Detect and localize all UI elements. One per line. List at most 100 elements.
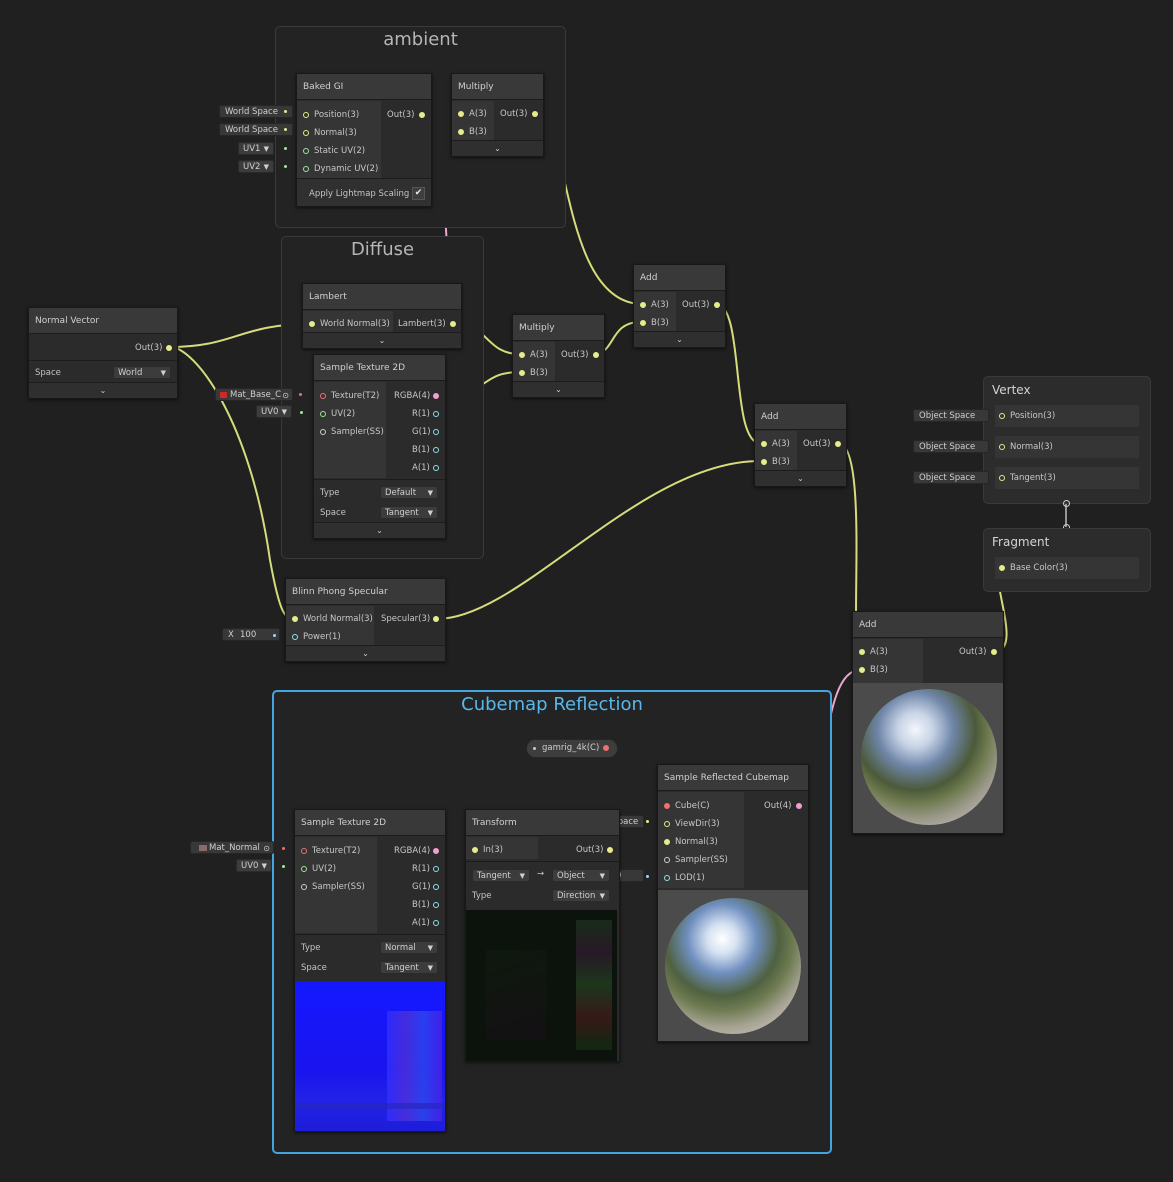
port-dot[interactable] bbox=[714, 302, 720, 308]
port-dot[interactable] bbox=[472, 847, 478, 853]
port-dot[interactable] bbox=[303, 112, 309, 118]
port-dot[interactable] bbox=[301, 884, 307, 890]
port-dot[interactable] bbox=[292, 634, 298, 640]
node-transform[interactable]: Transform In(3) Out(3) Tangent ▼ → Object… bbox=[465, 809, 620, 1062]
node-add-1[interactable]: Add A(3) B(3) Out(3) ⌄ bbox=[633, 264, 726, 348]
type-dropdown[interactable]: Direction ▼ bbox=[552, 889, 610, 902]
node-sample-texture-diffuse[interactable]: Sample Texture 2D Texture(T2) UV(2) Samp… bbox=[313, 354, 446, 539]
to-space-dropdown[interactable]: Object ▼ bbox=[552, 869, 610, 882]
port-dot[interactable] bbox=[166, 345, 172, 351]
slot-position[interactable]: Position(3) bbox=[995, 405, 1139, 427]
port-dot[interactable] bbox=[450, 321, 456, 327]
port-dot[interactable] bbox=[433, 884, 439, 890]
default-uv2-dropdown[interactable]: UV2 ▼ bbox=[238, 160, 274, 173]
default-object-space[interactable]: Object Space bbox=[913, 409, 989, 422]
port-dot[interactable] bbox=[433, 429, 439, 435]
port-dot[interactable] bbox=[519, 352, 525, 358]
port-dot[interactable] bbox=[301, 866, 307, 872]
collapse-chevron-icon[interactable]: ⌄ bbox=[755, 470, 846, 486]
default-world-space[interactable]: World Space bbox=[219, 105, 293, 118]
port-dot[interactable] bbox=[433, 920, 439, 926]
port-dot[interactable] bbox=[320, 411, 326, 417]
port-dot[interactable] bbox=[664, 803, 670, 809]
port-dot[interactable] bbox=[303, 166, 309, 172]
apply-lightmap-checkbox[interactable]: ✔ bbox=[412, 187, 425, 200]
port-dot[interactable] bbox=[761, 459, 767, 465]
port-dot[interactable] bbox=[859, 649, 865, 655]
port-dot[interactable] bbox=[664, 875, 670, 881]
object-picker-icon[interactable]: ⊙ bbox=[282, 389, 289, 402]
uv0-dropdown[interactable]: UV0 ▼ bbox=[256, 405, 292, 418]
node-sample-texture-normal[interactable]: Sample Texture 2D Texture(T2) UV(2) Samp… bbox=[294, 809, 446, 1132]
collapse-chevron-icon[interactable]: ⌄ bbox=[29, 382, 177, 398]
port-dot[interactable] bbox=[301, 848, 307, 854]
collapse-chevron-icon[interactable]: ⌄ bbox=[634, 331, 725, 347]
cubemap-property-node[interactable]: gamrig_4k(C) bbox=[526, 739, 618, 758]
from-space-dropdown[interactable]: Tangent ▼ bbox=[472, 869, 530, 882]
node-blinn-phong-specular[interactable]: Blinn Phong Specular World Normal(3) Pow… bbox=[285, 578, 446, 662]
port-dot[interactable] bbox=[433, 866, 439, 872]
port-dot[interactable] bbox=[433, 393, 439, 399]
port-dot[interactable] bbox=[303, 148, 309, 154]
port-dot[interactable] bbox=[433, 465, 439, 471]
port-dot[interactable] bbox=[640, 320, 646, 326]
uv0-dropdown[interactable]: UV0 ▼ bbox=[236, 859, 272, 872]
port-dot[interactable] bbox=[796, 803, 802, 809]
power-value-field[interactable]: X 100 bbox=[222, 628, 280, 641]
collapse-chevron-icon[interactable]: ⌄ bbox=[513, 381, 604, 397]
space-dropdown[interactable]: Tangent ▼ bbox=[380, 506, 438, 519]
texture-field-mat-base[interactable]: Mat_Base_C ⊙ bbox=[215, 388, 293, 401]
slot-normal[interactable]: Normal(3) bbox=[995, 436, 1139, 458]
port-dot[interactable] bbox=[309, 321, 315, 327]
type-dropdown[interactable]: Default ▼ bbox=[380, 486, 438, 499]
port-dot[interactable] bbox=[433, 411, 439, 417]
port-dot[interactable] bbox=[292, 616, 298, 622]
port-dot[interactable] bbox=[761, 441, 767, 447]
node-normal-vector[interactable]: Normal Vector Out(3) Space World ▼ ⌄ bbox=[28, 307, 178, 399]
port-dot[interactable] bbox=[458, 129, 464, 135]
slot-base-color[interactable]: Base Color(3) bbox=[995, 557, 1139, 579]
node-lambert[interactable]: Lambert World Normal(3) Lambert(3) ⌄ bbox=[302, 283, 462, 349]
default-object-space[interactable]: Object Space bbox=[913, 471, 989, 484]
collapse-chevron-icon[interactable]: ⌄ bbox=[286, 645, 445, 661]
port-dot[interactable] bbox=[607, 847, 613, 853]
port-dot[interactable] bbox=[320, 393, 326, 399]
space-dropdown[interactable]: Tangent ▼ bbox=[380, 961, 438, 974]
port-dot[interactable] bbox=[991, 649, 997, 655]
node-add-2[interactable]: Add A(3) B(3) Out(3) ⌄ bbox=[754, 403, 847, 487]
port-dot[interactable] bbox=[320, 429, 326, 435]
port-dot[interactable] bbox=[433, 848, 439, 854]
node-add-3[interactable]: Add A(3) B(3) Out(3) bbox=[852, 611, 1004, 834]
collapse-chevron-icon[interactable]: ⌄ bbox=[314, 522, 445, 538]
port-dot[interactable] bbox=[433, 447, 439, 453]
port-dot[interactable] bbox=[419, 112, 425, 118]
port-dot[interactable] bbox=[640, 302, 646, 308]
port-dot[interactable] bbox=[532, 111, 538, 117]
master-vertex-block[interactable]: Vertex Position(3) Normal(3) Tangent(3) bbox=[983, 376, 1151, 504]
collapse-chevron-icon[interactable]: ⌄ bbox=[452, 140, 543, 156]
port-dot[interactable] bbox=[519, 370, 525, 376]
collapse-chevron-icon[interactable]: ⌄ bbox=[303, 332, 461, 348]
space-dropdown[interactable]: World ▼ bbox=[113, 366, 171, 379]
default-object-space[interactable]: Object Space bbox=[913, 440, 989, 453]
node-multiply-2[interactable]: Multiply A(3) B(3) Out(3) ⌄ bbox=[512, 314, 605, 398]
port-dot[interactable] bbox=[593, 352, 599, 358]
node-multiply-1[interactable]: Multiply A(3) B(3) Out(3) ⌄ bbox=[451, 73, 544, 157]
port-dot[interactable] bbox=[664, 857, 670, 863]
object-picker-icon[interactable]: ⊙ bbox=[263, 842, 270, 855]
node-sample-reflected-cubemap[interactable]: Sample Reflected Cubemap Cube(C) ViewDir… bbox=[657, 764, 809, 1042]
port-dot[interactable] bbox=[433, 902, 439, 908]
port-dot[interactable] bbox=[859, 667, 865, 673]
port-dot[interactable] bbox=[835, 441, 841, 447]
slot-tangent[interactable]: Tangent(3) bbox=[995, 467, 1139, 489]
type-dropdown[interactable]: Normal ▼ bbox=[380, 941, 438, 954]
texture-field-mat-normal[interactable]: Mat_Normal ⊙ bbox=[190, 841, 274, 854]
node-baked-gi[interactable]: Baked GI Position(3) Normal(3) Static UV… bbox=[296, 73, 432, 207]
default-world-space[interactable]: World Space bbox=[219, 123, 293, 136]
master-fragment-block[interactable]: Fragment Base Color(3) bbox=[983, 528, 1151, 592]
default-uv1-dropdown[interactable]: UV1 ▼ bbox=[238, 142, 274, 155]
port-dot[interactable] bbox=[433, 616, 439, 622]
port-dot[interactable] bbox=[303, 130, 309, 136]
port-dot[interactable] bbox=[664, 839, 670, 845]
port-dot[interactable] bbox=[664, 821, 670, 827]
